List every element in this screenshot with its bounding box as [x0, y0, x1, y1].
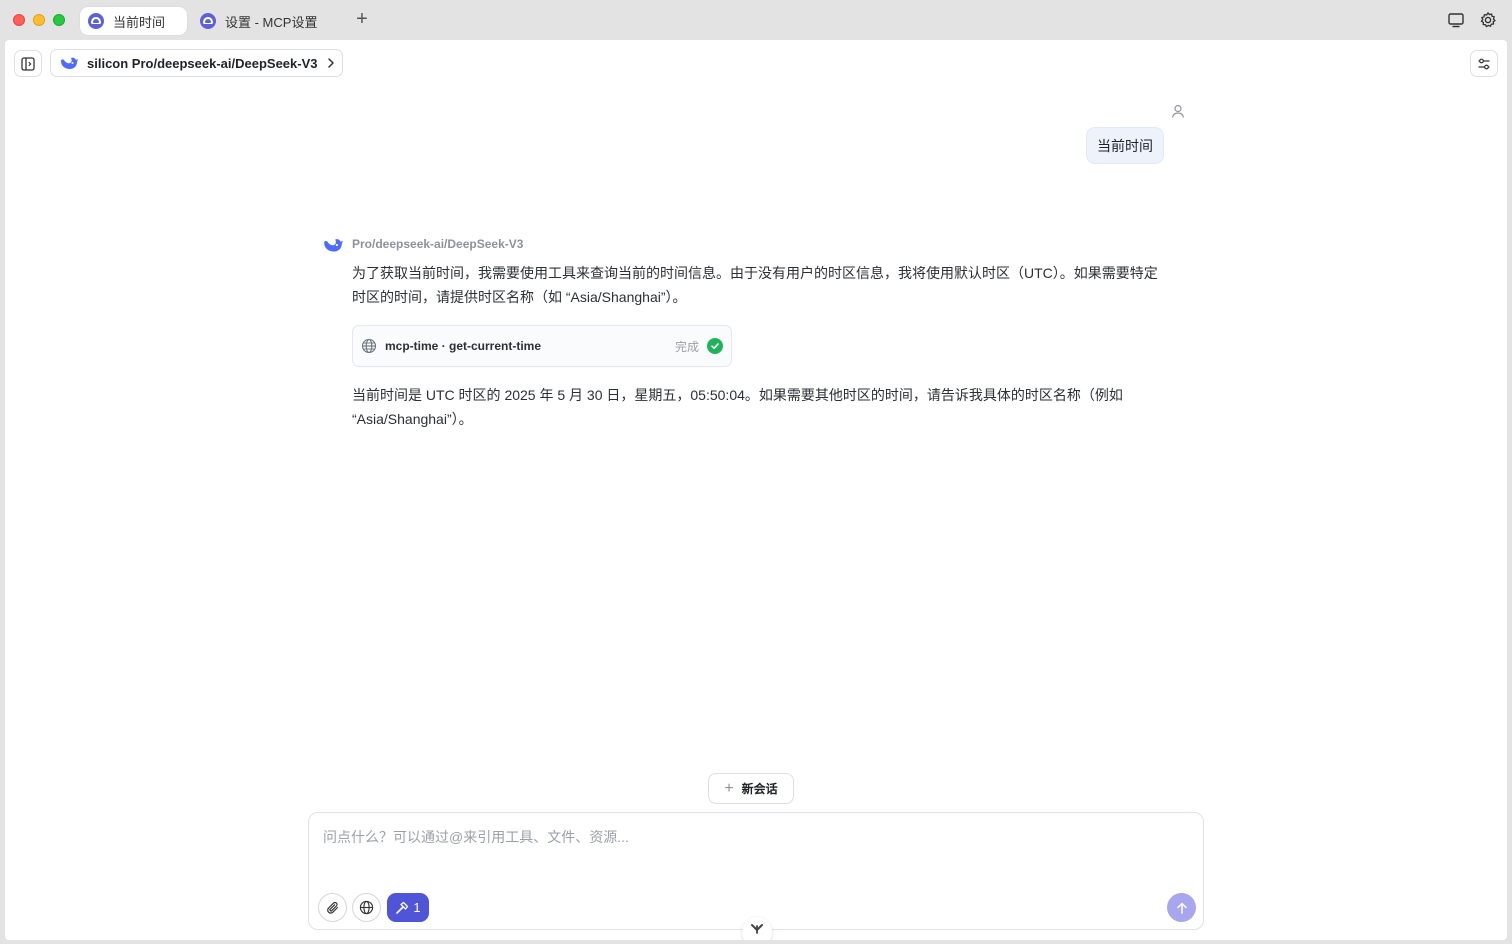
- app-logo-icon: [200, 13, 216, 29]
- tab-mcp-settings[interactable]: 设置 - MCP设置: [192, 7, 342, 35]
- sidebar-toggle-button[interactable]: [14, 50, 42, 77]
- assistant-message-text: 当前时间是 UTC 时区的 2025 年 5 月 30 日，星期五，05:50:…: [352, 387, 1123, 427]
- web-search-button[interactable]: [352, 893, 381, 922]
- send-button[interactable]: [1167, 893, 1196, 922]
- scroll-to-bottom-button[interactable]: [742, 917, 772, 940]
- mcp-tools-button[interactable]: 1: [387, 893, 429, 922]
- globe-icon: [361, 338, 377, 354]
- gear-icon[interactable]: [1479, 11, 1497, 29]
- globe-icon: [359, 900, 374, 915]
- deepseek-logo-icon: [61, 57, 78, 69]
- chevron-right-icon: [327, 58, 334, 68]
- check-circle-icon: [707, 338, 723, 354]
- close-window-button[interactable]: [13, 14, 25, 26]
- tool-call-name: mcp-time · get-current-time: [385, 339, 542, 353]
- new-tab-button[interactable]: +: [352, 8, 372, 30]
- assistant-name: Pro/deepseek-ai/DeepSeek-V3: [352, 237, 524, 251]
- assistant-message-text: 为了获取当前时间，我需要使用工具来查询当前的时间信息。由于没有用户的时区信息，我…: [352, 265, 1158, 305]
- attach-file-button[interactable]: [318, 893, 347, 922]
- user-message-bubble: 当前时间: [1086, 127, 1164, 164]
- app-logo-icon: [88, 13, 104, 29]
- user-avatar-icon: [1171, 104, 1185, 118]
- title-bar: 当前时间 设置 - MCP设置 +: [0, 0, 1512, 40]
- maximize-window-button[interactable]: [53, 14, 65, 26]
- conversation-settings-button[interactable]: [1470, 50, 1498, 77]
- model-label: silicon Pro/deepseek-ai/DeepSeek-V3: [87, 55, 318, 71]
- plus-icon: +: [724, 779, 734, 797]
- plus-icon: +: [356, 8, 368, 30]
- message-input[interactable]: [323, 827, 1183, 867]
- tool-call-card[interactable]: mcp-time · get-current-time 完成: [352, 325, 732, 367]
- tab-label: 设置 - MCP设置: [225, 14, 318, 30]
- model-selector[interactable]: silicon Pro/deepseek-ai/DeepSeek-V3: [50, 49, 343, 77]
- monitor-icon[interactable]: [1447, 11, 1465, 29]
- hammer-icon: [396, 901, 409, 914]
- tools-count: 1: [413, 900, 421, 915]
- chat-window: silicon Pro/deepseek-ai/DeepSeek-V3 当前时间…: [5, 40, 1507, 940]
- sliders-icon: [1478, 58, 1490, 69]
- minimize-window-button[interactable]: [33, 14, 45, 26]
- chevron-down-icon: [751, 924, 763, 934]
- new-chat-label: 新会话: [741, 782, 778, 796]
- assistant-avatar-icon: [324, 239, 343, 252]
- tab-current-time[interactable]: 当前时间: [80, 7, 187, 35]
- tool-call-status: 完成: [674, 339, 699, 354]
- message-composer: 1: [308, 812, 1204, 930]
- paperclip-icon: [326, 901, 338, 914]
- arrow-up-icon: [1176, 902, 1187, 914]
- new-chat-button[interactable]: + 新会话: [708, 773, 794, 804]
- sidebar-icon: [21, 56, 35, 71]
- tab-label: 当前时间: [113, 14, 166, 30]
